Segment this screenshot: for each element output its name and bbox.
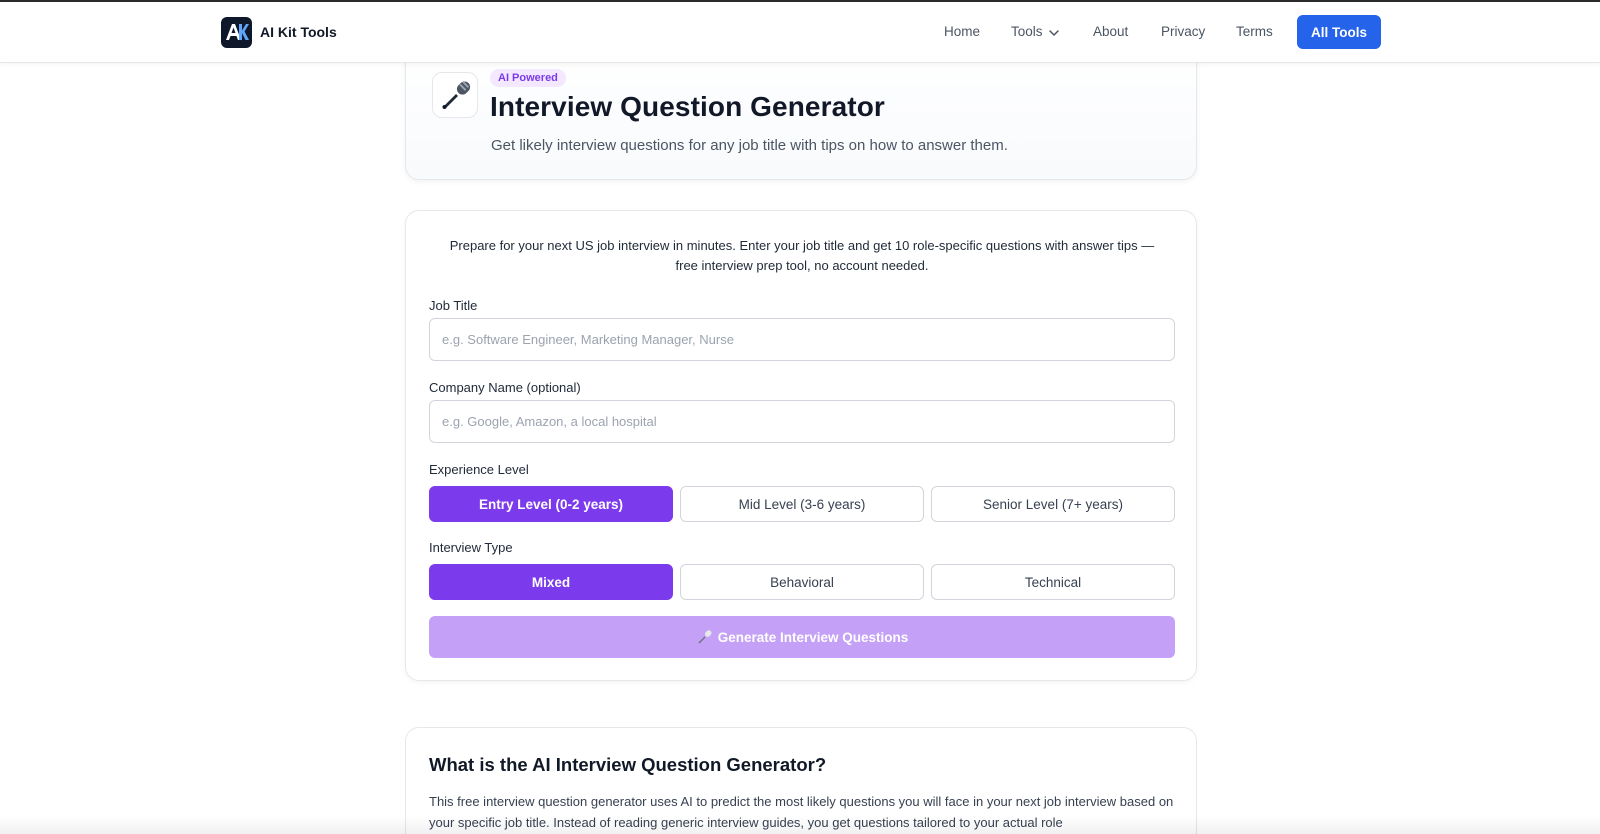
- navbar: AI Kit Tools Home Tools About Privacy Te…: [0, 2, 1600, 63]
- nav-home-link[interactable]: Home: [944, 24, 980, 39]
- interview-type-technical-button[interactable]: Technical: [931, 564, 1175, 600]
- nav-about-link[interactable]: About: [1093, 24, 1128, 39]
- nav-terms-link[interactable]: Terms: [1236, 24, 1273, 39]
- chevron-down-icon: [1048, 24, 1059, 39]
- experience-level-label: Experience Level: [429, 462, 529, 477]
- experience-entry-button[interactable]: Entry Level (0-2 years): [429, 486, 673, 522]
- nav-privacy-link[interactable]: Privacy: [1161, 24, 1205, 39]
- about-tool-heading: What is the AI Interview Question Genera…: [429, 754, 827, 775]
- interview-type-mixed-button[interactable]: Mixed: [429, 564, 673, 600]
- experience-mid-button[interactable]: Mid Level (3-6 years): [680, 486, 924, 522]
- interview-type-label: Interview Type: [429, 540, 513, 555]
- ai-powered-badge: AI Powered: [490, 69, 566, 87]
- generator-form: Prepare for your next US job interview i…: [405, 210, 1197, 681]
- page-subtitle: Get likely interview questions for any j…: [491, 137, 1008, 154]
- interview-type-behavioral-button[interactable]: Behavioral: [680, 564, 924, 600]
- experience-senior-button[interactable]: Senior Level (7+ years): [931, 486, 1175, 522]
- generate-questions-button[interactable]: Generate Interview Questions: [429, 616, 1175, 658]
- nav-tools-label: Tools: [1011, 24, 1043, 39]
- intro-text: Prepare for your next US job interview i…: [449, 238, 1155, 273]
- all-tools-button[interactable]: All Tools: [1297, 15, 1381, 49]
- about-tool-text: This free interview question generator u…: [429, 794, 1174, 830]
- microphone-icon: [696, 629, 712, 645]
- job-title-label: Job Title: [429, 298, 478, 313]
- company-name-label: Company Name (optional): [429, 380, 581, 395]
- generate-button-label: Generate Interview Questions: [717, 629, 909, 645]
- brand[interactable]: AI Kit Tools: [221, 16, 337, 48]
- brand-logo-icon: [221, 16, 252, 48]
- company-name-input[interactable]: [429, 400, 1175, 443]
- nav-tools-dropdown[interactable]: Tools: [1011, 24, 1059, 39]
- microphone-icon: [432, 72, 478, 118]
- job-title-input[interactable]: [429, 318, 1175, 361]
- about-tool-card: What is the AI Interview Question Genera…: [405, 727, 1197, 834]
- brand-name: AI Kit Tools: [260, 24, 337, 40]
- page-title: Interview Question Generator: [490, 91, 885, 122]
